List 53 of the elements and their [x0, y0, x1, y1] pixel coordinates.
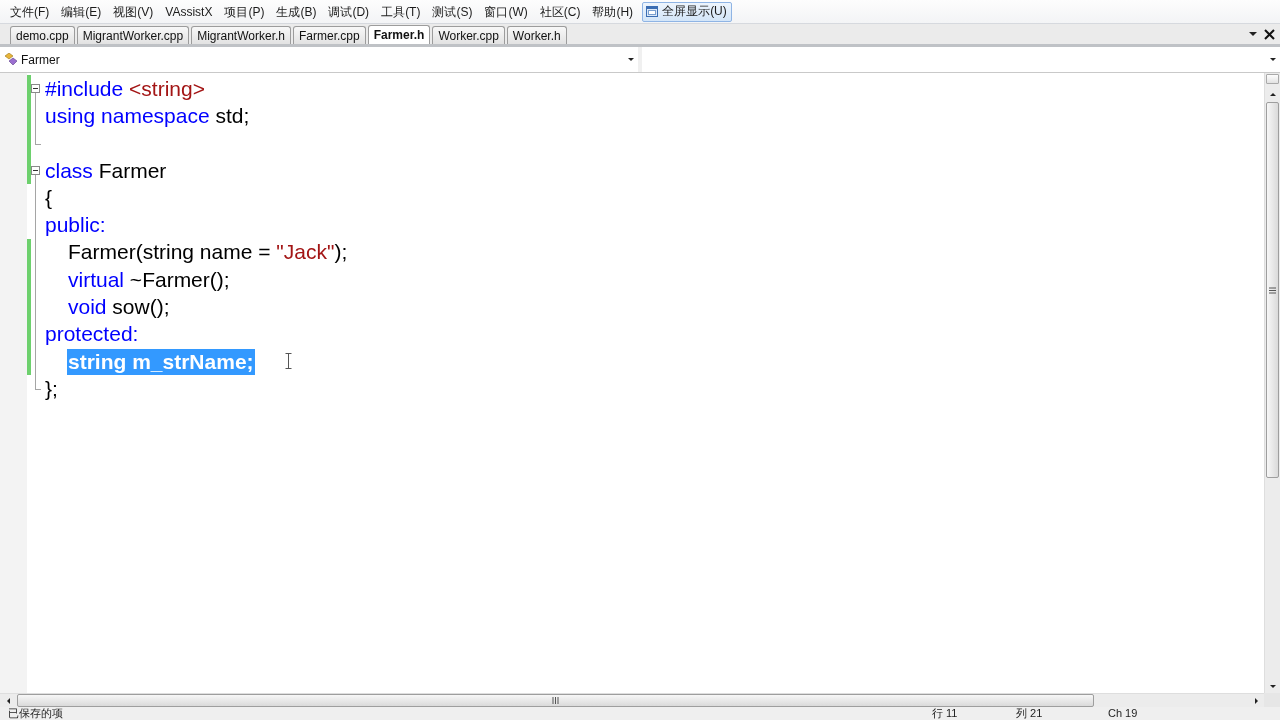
code-line: virtual ~Farmer();: [67, 266, 231, 293]
code-line: public:: [44, 212, 107, 239]
menu-item[interactable]: 帮助(H): [586, 1, 640, 22]
vertical-scrollbar[interactable]: [1264, 73, 1280, 693]
code-line: protected:: [44, 321, 140, 348]
menu-item[interactable]: 窗口(W): [478, 1, 534, 22]
status-message: 已保存的项: [8, 707, 64, 720]
scroll-thumb[interactable]: [17, 694, 1094, 707]
file-tab[interactable]: Farmer.cpp: [293, 26, 366, 44]
caret-icon: [1270, 58, 1276, 61]
menu-item[interactable]: 测试(S): [426, 1, 479, 22]
code-line: {: [44, 184, 53, 211]
file-tab[interactable]: demo.cpp: [10, 26, 75, 44]
scroll-thumb[interactable]: [1266, 102, 1279, 478]
class-icon: [5, 53, 18, 66]
file-tab[interactable]: Farmer.h: [367, 25, 431, 44]
line-number: 行 11: [932, 707, 959, 720]
caret-icon: [628, 58, 634, 61]
menu-item[interactable]: 调试(D): [322, 1, 376, 22]
menu-item[interactable]: 工具(T): [375, 1, 427, 22]
code-line: class Farmer: [44, 157, 168, 184]
close-icon[interactable]: [1264, 28, 1275, 40]
code-line: void sow();: [67, 294, 171, 320]
horizontal-scrollbar[interactable]: [0, 693, 1264, 707]
grip-icon: [1269, 286, 1276, 294]
code-line: #include <string>: [44, 75, 206, 102]
menu-item[interactable]: 生成(B): [270, 1, 323, 22]
menu-item[interactable]: VAssistX: [159, 1, 219, 22]
collapse-icon[interactable]: [31, 166, 40, 176]
file-tab[interactable]: MigrantWorker.cpp: [76, 26, 190, 44]
menu-item[interactable]: 项目(P): [218, 1, 271, 22]
column-number: 列 21: [1016, 707, 1044, 720]
file-tab[interactable]: Worker.h: [506, 26, 567, 44]
text-cursor-icon: [285, 353, 292, 369]
collapse-icon[interactable]: [31, 84, 40, 94]
caret-left-icon: [6, 697, 10, 704]
caret-right-icon: [1254, 697, 1258, 704]
grip-icon: [552, 697, 559, 704]
code-line: using namespace std;: [44, 102, 251, 129]
menu-item[interactable]: 编辑(E): [55, 1, 108, 22]
caret-down-icon: [1269, 684, 1276, 688]
caret-up-icon: [1269, 92, 1276, 96]
window-icon: [646, 6, 659, 17]
character-number: Ch 19: [1108, 707, 1139, 720]
file-tab[interactable]: Worker.cpp: [432, 26, 505, 44]
code-line: Farmer(string name = "Jack");: [67, 239, 349, 266]
tab-list-caret-icon: [1249, 32, 1257, 36]
code-line: };: [44, 375, 59, 402]
fullscreen-button[interactable]: 全屏显示(U): [642, 1, 732, 22]
menu-item[interactable]: 社区(C): [533, 1, 587, 22]
menu-item[interactable]: 文件(F): [4, 1, 56, 22]
file-tab[interactable]: MigrantWorker.h: [191, 26, 291, 44]
menu-item[interactable]: 视图(V): [107, 1, 160, 22]
